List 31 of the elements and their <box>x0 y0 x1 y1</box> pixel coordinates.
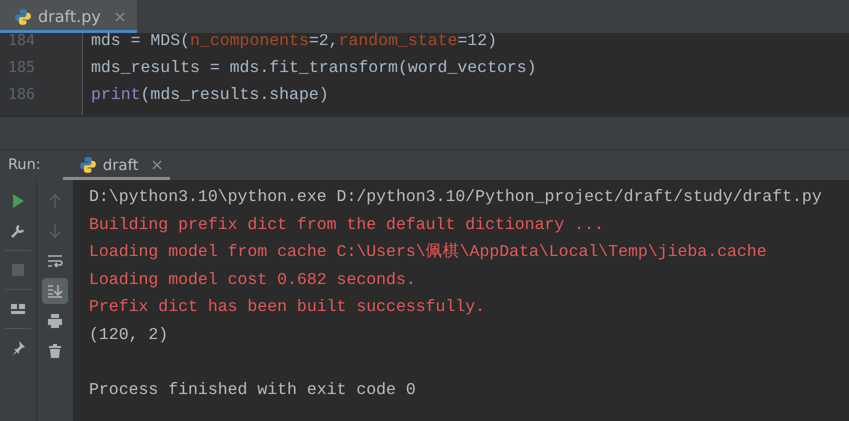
tab-label: draft.py <box>38 7 101 26</box>
printer-icon <box>47 313 63 329</box>
wrench-icon <box>10 223 26 239</box>
pin-icon <box>10 340 26 356</box>
toolbar-button[interactable] <box>42 278 68 304</box>
editor-tab[interactable]: draft.py <box>0 0 137 33</box>
code-line: mds = MDS(n_components=2,random_state=12) <box>91 33 498 52</box>
python-icon <box>78 156 97 174</box>
close-icon[interactable] <box>152 160 162 170</box>
console-line: Building prefix dict from the default dictionary ... <box>89 214 605 236</box>
console-line: Loading model cost 0.682 seconds. <box>89 268 417 290</box>
layout-icon <box>10 301 26 317</box>
run-tab[interactable]: draft <box>62 150 170 180</box>
console-line: Process finished with exit code 0 <box>89 378 417 400</box>
console-line: D:\python3.10\python.exe D:/python3.10/Python_project/draft/study/draft.py <box>89 186 822 208</box>
up-arrow-icon <box>47 193 63 209</box>
trash-icon <box>47 343 63 359</box>
down-arrow-icon <box>47 223 63 239</box>
stop-icon <box>10 262 26 278</box>
console-line: Prefix dict has been built successfully. <box>89 296 486 318</box>
console-line: (120, 2) <box>89 324 170 346</box>
soft-wrap-icon <box>47 253 63 269</box>
console-line: Loading model from cache C:\Users\佩棋\AppData\Local\Temp\jieba.cache <box>89 241 768 263</box>
close-icon[interactable] <box>114 12 125 22</box>
run-icon <box>10 193 26 209</box>
code-line: mds_results = mds.fit_transform(word_vectors) <box>91 57 537 79</box>
code-line: print(mds_results.shape) <box>91 84 330 106</box>
tab-label: draft <box>102 156 138 174</box>
python-file-icon <box>14 8 32 26</box>
run-label: Run: <box>7 157 42 173</box>
scroll-to-end-icon <box>47 283 63 299</box>
